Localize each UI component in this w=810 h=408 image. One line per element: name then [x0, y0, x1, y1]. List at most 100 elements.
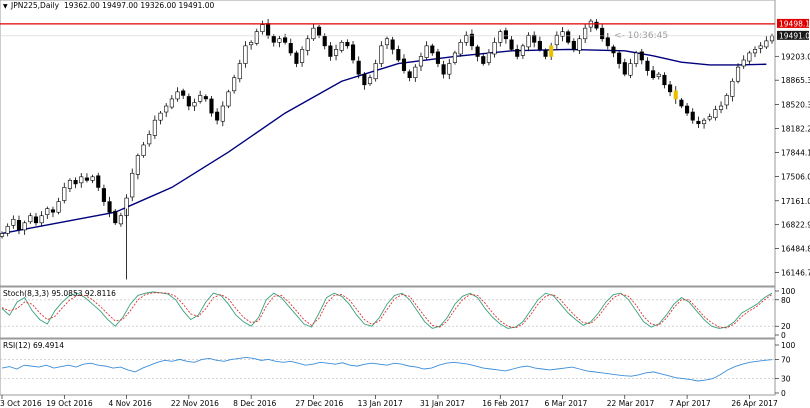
candle — [328, 42, 333, 61]
level-tick-label: 0 — [781, 389, 786, 398]
candle — [203, 94, 208, 102]
candle — [475, 44, 480, 62]
time-tick-label: 27 Dec 2016 — [295, 399, 343, 408]
candle — [175, 87, 180, 102]
candle — [305, 34, 310, 56]
time-tick-label: 16 Feb 2017 — [482, 399, 529, 408]
candle — [56, 197, 61, 215]
candle — [537, 36, 542, 52]
candle — [424, 41, 429, 60]
time-tick-label: 22 Nov 2016 — [171, 399, 219, 408]
rsi-label: RSI(12) 69.4914 — [3, 341, 64, 350]
candle — [639, 48, 644, 65]
candle — [198, 90, 203, 104]
candle — [600, 24, 605, 42]
price-label-current-text: 19491.00 — [779, 31, 810, 40]
candle — [96, 172, 101, 191]
candle — [668, 80, 673, 97]
candle — [673, 86, 678, 104]
candle — [515, 44, 520, 60]
price-tick-label: 16146.70 — [781, 269, 810, 278]
candle — [384, 36, 390, 50]
candle — [532, 31, 537, 48]
price-axis: 19203.00 18865.30 18520.30 18182.20 17844.10… — [775, 52, 810, 278]
symbol-label: JPN225,Daily — [10, 1, 60, 10]
rsi-axis: 100 70 30 0 — [775, 341, 796, 398]
time-tick-label: 4 Nov 2016 — [109, 399, 152, 408]
candle — [50, 206, 56, 218]
price-tick-label: 18182.20 — [781, 125, 810, 134]
candle — [254, 28, 259, 46]
candle — [679, 97, 684, 109]
candles-layer — [0, 18, 775, 280]
candle — [566, 29, 571, 45]
candle — [560, 27, 565, 42]
candle — [333, 44, 339, 61]
price-tick-label: 19203.00 — [781, 52, 810, 61]
candle — [362, 72, 367, 90]
candle — [0, 231, 5, 239]
candle — [350, 40, 356, 64]
candle — [583, 23, 588, 44]
candle — [226, 89, 231, 109]
candle — [605, 33, 610, 50]
candle — [486, 49, 491, 66]
candle — [339, 40, 344, 53]
candle — [141, 141, 146, 158]
candle — [435, 48, 441, 68]
candle — [662, 72, 667, 89]
candle — [407, 69, 412, 82]
candle — [147, 130, 152, 147]
candle — [628, 58, 633, 79]
candle — [79, 172, 84, 188]
time-tick-label: 8 Dec 2016 — [233, 399, 276, 408]
candle — [11, 215, 16, 229]
level-tick-label: 20 — [781, 322, 791, 331]
candle — [458, 39, 463, 57]
candle — [237, 59, 242, 83]
time-tick-label: 31 Jan 2017 — [420, 399, 465, 408]
candle — [588, 18, 593, 33]
candle — [396, 45, 401, 63]
candle — [101, 184, 106, 206]
series-line-RSI — [1, 357, 773, 382]
candle — [617, 49, 622, 69]
time-tick-label: 3 Oct 2016 — [0, 399, 42, 408]
candle — [135, 153, 140, 180]
countdown-timer: <- 10:36:45 — [614, 31, 668, 41]
candle — [549, 42, 554, 61]
candle — [158, 110, 163, 125]
header-marker-icon[interactable]: ▼ — [3, 3, 8, 10]
price-chart-window: 19203.00 18865.30 18520.30 18182.20 17844.10… — [0, 0, 810, 408]
candle — [249, 40, 254, 50]
price-tick-label: 17506.00 — [781, 172, 810, 181]
candle — [390, 36, 395, 55]
candle — [84, 173, 89, 183]
candle — [220, 101, 225, 127]
candle — [724, 93, 729, 110]
candle — [713, 105, 718, 121]
candle — [283, 33, 288, 45]
candle — [769, 33, 775, 44]
candle — [690, 108, 695, 124]
candle — [186, 93, 191, 111]
candle — [300, 46, 305, 67]
candle — [62, 182, 67, 204]
candle — [413, 64, 418, 82]
candle — [526, 32, 531, 52]
candle — [45, 206, 50, 219]
candle — [33, 212, 39, 226]
time-tick-label: 19 Oct 2016 — [46, 399, 93, 408]
candle — [243, 41, 248, 68]
candle — [118, 212, 123, 227]
candle — [469, 29, 474, 51]
candle — [577, 34, 582, 54]
candle — [611, 44, 616, 58]
candle — [622, 58, 627, 77]
candle — [492, 37, 497, 58]
candle — [509, 36, 514, 52]
candle — [718, 101, 724, 114]
rsi-levels — [0, 359, 775, 379]
level-tick-label: 100 — [781, 287, 796, 296]
candle — [498, 29, 503, 47]
